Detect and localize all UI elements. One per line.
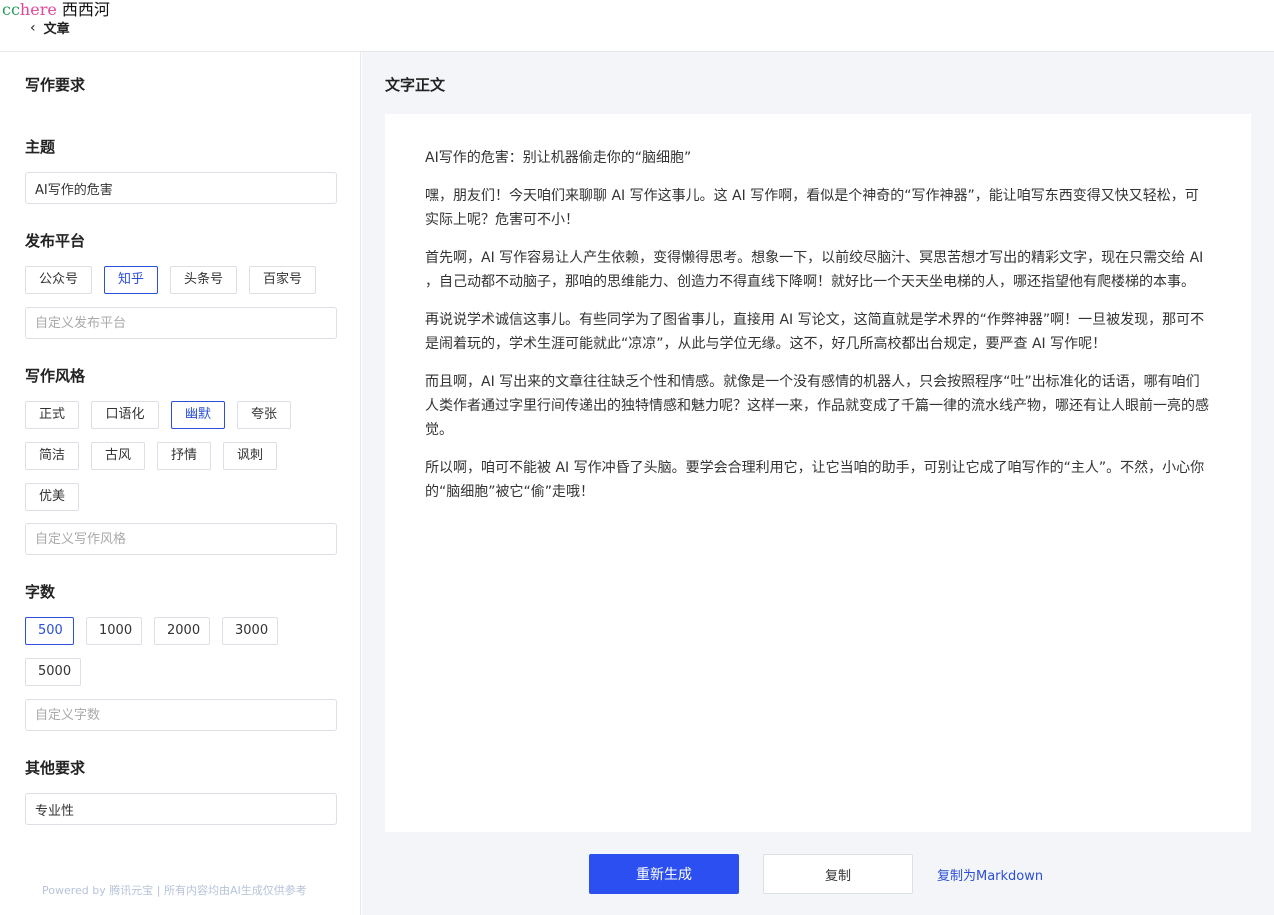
style-label: 写作风格	[25, 367, 86, 385]
platform-option-toutiao[interactable]: 头条号	[170, 266, 237, 294]
article-body: AI写作的危害：别让机器偷走你的“脑细胞” 嘿，朋友们！今天咱们来聊聊 AI 写…	[385, 114, 1251, 832]
action-bar: 重新生成 复制 复制为Markdown	[589, 854, 1043, 894]
copy-button[interactable]: 复制	[763, 854, 913, 894]
wordcount-option-5000[interactable]: 5000	[25, 658, 81, 686]
regenerate-button[interactable]: 重新生成	[589, 854, 739, 894]
article-paragraph: 所以啊，咱可不能被 AI 写作冲昏了头脑。要学会合理利用它，让它当咱的助手，可别…	[425, 460, 1205, 500]
style-option-formal[interactable]: 正式	[25, 401, 79, 429]
wordcount-options-row1: 500 1000 2000 3000	[25, 617, 278, 645]
platform-option-baijia[interactable]: 百家号	[249, 266, 316, 294]
style-option-lyrical[interactable]: 抒情	[157, 442, 211, 470]
platform-option-zhihu[interactable]: 知乎	[104, 266, 158, 294]
watermark: cchere 西西河	[2, 0, 110, 19]
other-label: 其他要求	[25, 759, 86, 777]
back-label: 文章	[43, 22, 70, 37]
article-paragraph: 再说说学术诚信这事儿。有些同学为了图省事儿，直接用 AI 写论文，这简直就是学术…	[425, 312, 1205, 352]
other-requirements-input[interactable]	[25, 793, 337, 825]
style-options-row1: 正式 口语化 幽默 夸张	[25, 401, 291, 429]
wordcount-option-2000[interactable]: 2000	[154, 617, 210, 645]
style-option-elegant[interactable]: 优美	[25, 483, 79, 511]
article-paragraph: 嘿，朋友们！今天咱们来聊聊 AI 写作这事儿。这 AI 写作啊，看似是个神奇的“…	[425, 188, 1199, 228]
style-option-ancient[interactable]: 古风	[91, 442, 145, 470]
back-button[interactable]: ‹ 文章	[30, 18, 70, 38]
article-paragraph: 首先啊，AI 写作容易让人产生依赖，变得懒得思考。想象一下，以前绞尽脑汁、冥思苦…	[425, 250, 1204, 290]
wordcount-option-1000[interactable]: 1000	[86, 617, 142, 645]
platform-label: 发布平台	[25, 232, 86, 250]
style-option-humor[interactable]: 幽默	[171, 401, 225, 429]
style-option-exaggerate[interactable]: 夸张	[237, 401, 291, 429]
writing-requirements-panel: 写作要求 主题 发布平台 公众号 知乎 头条号 百家号 写作风格 正式 口语化 …	[0, 52, 361, 915]
custom-wordcount-input[interactable]	[25, 699, 337, 731]
platform-options: 公众号 知乎 头条号 百家号	[25, 266, 316, 294]
article-headline: AI写作的危害：别让机器偷走你的“脑细胞”	[425, 150, 692, 166]
topic-input[interactable]	[25, 172, 337, 204]
custom-style-input[interactable]	[25, 523, 337, 555]
style-option-satire[interactable]: 讽刺	[223, 442, 277, 470]
style-option-concise[interactable]: 简洁	[25, 442, 79, 470]
top-bar: cchere 西西河 ‹ 文章	[0, 0, 1274, 52]
wordcount-label: 字数	[25, 583, 56, 601]
article-panel-title: 文字正文	[385, 76, 446, 94]
wordcount-option-500[interactable]: 500	[25, 617, 74, 645]
powered-by-note: Powered by 腾讯元宝 | 所有内容均由AI生成仅供参考	[42, 884, 307, 897]
platform-option-gongzhonghao[interactable]: 公众号	[25, 266, 92, 294]
article-panel: 文字正文 AI写作的危害：别让机器偷走你的“脑细胞” 嘿，朋友们！今天咱们来聊聊…	[362, 52, 1274, 915]
topic-label: 主题	[25, 138, 56, 156]
article-paragraph: 而且啊，AI 写出来的文章往往缺乏个性和情感。就像是一个没有感情的机器人，只会按…	[425, 374, 1209, 438]
wordcount-options-row2: 5000	[25, 658, 81, 686]
custom-platform-input[interactable]	[25, 307, 337, 339]
style-options-row2: 简洁 古风 抒情 讽刺	[25, 442, 277, 470]
style-option-colloquial[interactable]: 口语化	[91, 401, 159, 429]
wordcount-option-3000[interactable]: 3000	[222, 617, 278, 645]
copy-markdown-link[interactable]: 复制为Markdown	[937, 865, 1043, 884]
panel-title: 写作要求	[25, 76, 86, 94]
style-options-row3: 优美	[25, 483, 79, 511]
chevron-left-icon: ‹	[30, 19, 36, 36]
